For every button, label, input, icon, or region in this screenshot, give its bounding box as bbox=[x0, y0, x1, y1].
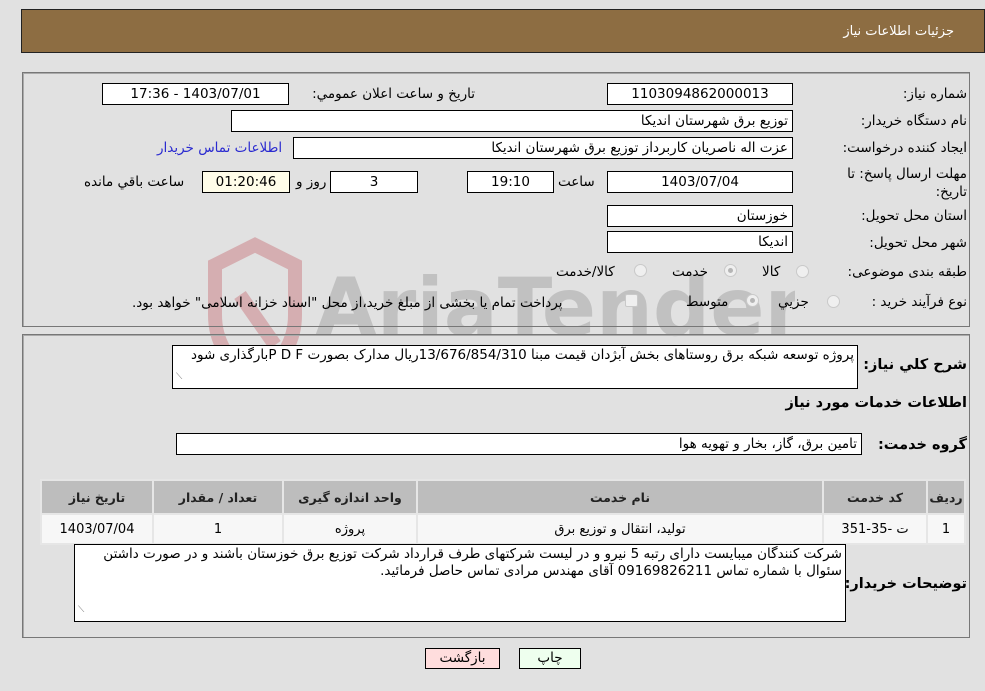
cell-quantity: 1 bbox=[152, 513, 284, 545]
deadline-label: مهلت ارسال پاسخ: تا تاریخ: bbox=[847, 166, 967, 200]
treasury-note: پرداخت تمام یا بخشی از مبلغ خرید،از محل … bbox=[132, 295, 563, 311]
province-field: خوزستان bbox=[607, 205, 793, 227]
buyer-org-field: توزیع برق شهرستان اندیکا bbox=[231, 110, 793, 132]
col-service-code: کد خدمت bbox=[822, 479, 928, 515]
description-textarea[interactable]: پروژه توسعه شبکه برق روستاهای بخش آبژدان… bbox=[172, 345, 858, 389]
deadline-time-label: ساعت bbox=[558, 174, 595, 190]
services-section-title: اطلاعات خدمات مورد نياز bbox=[785, 395, 967, 411]
days-label: روز و bbox=[296, 174, 327, 190]
category-radio-goods[interactable] bbox=[796, 265, 809, 278]
city-field: اندیکا bbox=[607, 231, 793, 253]
process-option-medium: متوسط bbox=[686, 294, 729, 310]
col-row-number: ردیف bbox=[926, 479, 966, 515]
cell-service-name: تولید، انتقال و توزیع برق bbox=[416, 513, 824, 545]
need-number-label: شماره نیاز: bbox=[902, 86, 967, 102]
services-table: ردیف کد خدمت نام خدمت واحد اندازه گیری ت… bbox=[40, 479, 966, 545]
creator-field: عزت اله ناصریان کاربرداز توزیع برق شهرست… bbox=[293, 137, 793, 159]
creator-label: ایجاد کننده درخواست: bbox=[842, 140, 967, 156]
col-service-name: نام خدمت bbox=[416, 479, 824, 515]
category-radio-goods-service[interactable] bbox=[634, 264, 647, 277]
category-option-goods: کالا bbox=[762, 264, 781, 280]
description-text: پروژه توسعه شبکه برق روستاهای بخش آبژدان… bbox=[190, 347, 854, 363]
deadline-date-field: 1403/07/04 bbox=[607, 171, 793, 193]
page-header: جزئیات اطلاعات نیاز bbox=[21, 9, 985, 53]
service-group-field: تامین برق، گاز، بخار و تهویه هوا bbox=[176, 433, 862, 455]
resize-grip-icon[interactable]: ⟋ bbox=[176, 369, 182, 386]
need-number-field: 1103094862000013 bbox=[607, 83, 793, 105]
province-label: استان محل تحویل: bbox=[861, 208, 967, 224]
announce-label: تاریخ و ساعت اعلان عمومي: bbox=[312, 86, 475, 102]
buyer-org-label: نام دستگاه خريدار: bbox=[860, 113, 967, 129]
process-radio-minor[interactable] bbox=[827, 295, 840, 308]
description-label: شرح کلي نياز: bbox=[863, 357, 967, 373]
process-label: نوع فرآیند خرید : bbox=[871, 294, 967, 310]
col-unit: واحد اندازه گیری bbox=[282, 479, 418, 515]
city-label: شهر محل تحویل: bbox=[869, 235, 967, 251]
buyer-contact-link[interactable]: اطلاعات تماس خريدار bbox=[157, 140, 282, 156]
category-option-goods-service: کالا/خدمت bbox=[556, 264, 615, 280]
category-option-service: خدمت bbox=[672, 264, 708, 280]
process-option-minor: جزيي bbox=[778, 294, 809, 310]
service-group-label: گروه خدمت: bbox=[877, 437, 967, 453]
table-row: 1 ت -35-351 تولید، انتقال و توزیع برق پر… bbox=[40, 513, 966, 545]
print-button[interactable]: چاپ bbox=[519, 648, 581, 669]
process-radio-medium[interactable] bbox=[746, 294, 759, 307]
category-label: طبقه بندی موضوعی: bbox=[847, 264, 967, 280]
days-field: 3 bbox=[330, 171, 418, 193]
category-radio-service[interactable] bbox=[724, 264, 737, 277]
col-need-date: تاریخ نیاز bbox=[40, 479, 154, 515]
cell-row-number: 1 bbox=[926, 513, 966, 545]
treasury-checkbox[interactable] bbox=[625, 294, 638, 307]
resize-grip-icon[interactable]: ⟋ bbox=[78, 602, 84, 619]
buyer-notes-label: توضیحات خریدار: bbox=[844, 576, 967, 592]
cell-unit: پروژه bbox=[282, 513, 418, 545]
remaining-label: ساعت باقي مانده bbox=[84, 174, 185, 190]
back-button[interactable]: بازگشت bbox=[425, 648, 500, 669]
buyer-notes-textarea[interactable]: شرکت کنندگان میبایست دارای رتبه 5 نیرو و… bbox=[74, 544, 846, 622]
table-header-row: ردیف کد خدمت نام خدمت واحد اندازه گیری ت… bbox=[40, 479, 966, 515]
buyer-notes-text: شرکت کنندگان میبایست دارای رتبه 5 نیرو و… bbox=[103, 546, 842, 579]
deadline-time-field: 19:10 bbox=[467, 171, 554, 193]
cell-need-date: 1403/07/04 bbox=[40, 513, 154, 545]
col-quantity: تعداد / مقدار bbox=[152, 479, 284, 515]
remaining-time-field: 01:20:46 bbox=[202, 171, 290, 193]
announce-datetime-field: 1403/07/01 - 17:36 bbox=[102, 83, 289, 105]
cell-service-code: ت -35-351 bbox=[822, 513, 928, 545]
page-title: جزئیات اطلاعات نیاز bbox=[843, 24, 954, 39]
